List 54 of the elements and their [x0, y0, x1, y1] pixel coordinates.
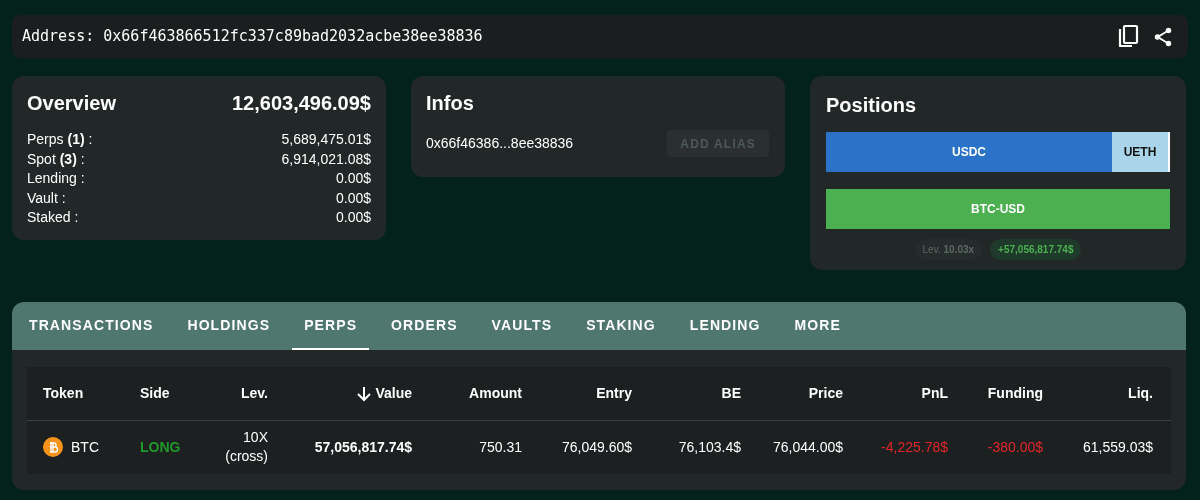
- overview-total: 12,603,496.09$: [231, 91, 371, 116]
- table-cell: 10X: [243, 428, 268, 447]
- tab[interactable]: VAULTS: [479, 302, 565, 350]
- tab[interactable]: LENDING: [677, 302, 773, 350]
- bitcoin-icon: [43, 437, 63, 457]
- column-header[interactable]: Amount: [469, 383, 522, 404]
- side-cell: LONG: [140, 438, 181, 455]
- overview-value: 0.00$: [335, 169, 371, 188]
- overview-value: 5,689,475.01$: [281, 130, 371, 149]
- overview-label: Staked :: [27, 208, 79, 227]
- table-cell: (cross): [225, 447, 268, 466]
- column-header[interactable]: Liq.: [1128, 383, 1153, 404]
- table-cell-text: 57,056,817.74$: [314, 437, 412, 457]
- pnl-chip: +57,056,817.74$: [990, 239, 1082, 260]
- position-bar[interactable]: USDC: [826, 132, 1112, 172]
- column-header[interactable]: Value: [375, 383, 412, 404]
- overview-title: Overview: [27, 91, 116, 116]
- share-icon[interactable]: [1152, 25, 1174, 48]
- overview-label: Perps (1) :: [27, 130, 93, 149]
- column-header[interactable]: PnL: [921, 383, 948, 404]
- column-header[interactable]: Funding: [987, 383, 1043, 404]
- tab[interactable]: MORE: [782, 302, 853, 350]
- table-cell-text: 750.31: [479, 437, 522, 457]
- column-header[interactable]: Side: [140, 383, 170, 404]
- overview-label: Vault :: [27, 188, 66, 208]
- table-cell-text: -4,225.78$: [881, 437, 948, 457]
- tab[interactable]: HOLDINGS: [175, 302, 283, 350]
- overview-value: 0.00$: [335, 188, 371, 208]
- table-cell-text: 76,049.60$: [561, 437, 632, 457]
- tab[interactable]: ORDERS: [379, 302, 470, 350]
- column-header[interactable]: Price: [808, 383, 843, 404]
- table-cell-text: -380.00$: [987, 437, 1043, 457]
- copy-icon[interactable]: [1116, 23, 1140, 50]
- positions-title: Positions: [826, 93, 917, 118]
- table-cell-text: 76,044.00$: [772, 437, 843, 457]
- table-cell-text: 61,559.03$: [1082, 437, 1153, 457]
- short-address: 0x66f46386...8ee38836: [426, 134, 574, 153]
- table-cell-text: 76,103.4$: [678, 437, 741, 457]
- column-header[interactable]: Token: [43, 383, 84, 404]
- position-bar[interactable]: UETH: [1112, 132, 1170, 172]
- tab[interactable]: STAKING: [574, 302, 668, 350]
- overview-value: 6,914,021.08$: [281, 149, 371, 169]
- tab[interactable]: TRANSACTIONS: [17, 302, 166, 350]
- column-header[interactable]: BE: [721, 383, 741, 404]
- infos-title: Infos: [426, 91, 475, 116]
- address-text: Address: 0x66f463866512fc337c89bad2032acbe38ee38836: [22, 26, 483, 48]
- tab[interactable]: PERPS: [292, 302, 370, 350]
- column-header[interactable]: Entry: [596, 383, 632, 404]
- table-cell-text: BTC: [71, 437, 99, 457]
- overview-label: Spot (3) :: [27, 149, 85, 169]
- leverage-chip: Lev. 10.03x: [914, 239, 983, 260]
- overview-label: Lending :: [27, 169, 85, 188]
- column-header[interactable]: Lev.: [241, 383, 268, 404]
- overview-value: 0.00$: [335, 208, 371, 227]
